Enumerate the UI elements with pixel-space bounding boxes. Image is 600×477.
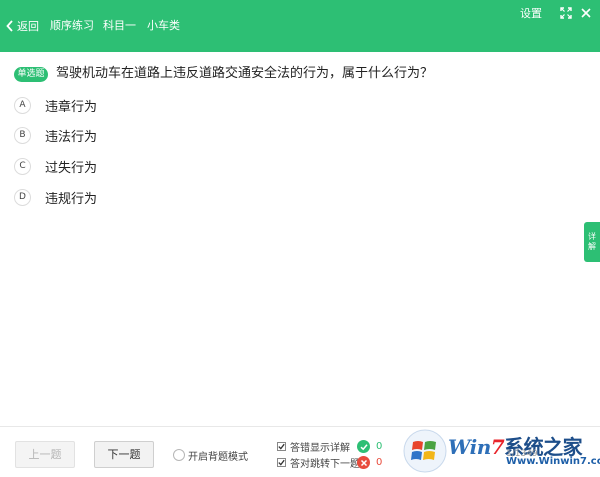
window-controls: 设置 — [520, 5, 592, 21]
show-detail-on-wrong-checkbox[interactable]: 答错显示详解 — [277, 440, 350, 454]
back-button[interactable]: 返回 — [6, 18, 39, 34]
recite-mode-toggle[interactable]: 开启背题模式 — [173, 448, 248, 463]
option-letter: D — [14, 188, 31, 206]
right-count: 0 — [376, 441, 383, 452]
right-count-stat: 0 — [357, 440, 382, 453]
show-detail-label: 答错显示详解 — [290, 442, 350, 454]
option-letter: B — [14, 126, 31, 144]
detail-tab-char-1: 详 — [588, 232, 596, 241]
detail-side-tab[interactable]: 详 解 — [584, 222, 600, 262]
crumb-sequential-practice[interactable]: 顺序练习 — [50, 18, 94, 34]
detail-tab-char-2: 解 — [588, 242, 596, 251]
option-text: 违章行为 — [45, 99, 98, 115]
question-text: 驾驶机动车在道路上违反道路交通安全法的行为，属于什么行为？ — [56, 66, 434, 81]
crumb-subject-one[interactable]: 科目一 — [103, 18, 136, 34]
option-c[interactable]: C 过失行为 — [14, 157, 98, 176]
wrong-count-stat: 0 — [357, 456, 382, 469]
option-letter: C — [14, 157, 31, 175]
checkbox-checked-icon — [277, 457, 286, 467]
prev-question-button[interactable]: 上一题 — [15, 441, 75, 468]
watermark-url: Www.Winwin7.com — [506, 456, 600, 467]
checkbox-checked-icon — [277, 441, 286, 451]
option-d[interactable]: D 违规行为 — [14, 188, 98, 207]
recite-mode-label: 开启背题模式 — [188, 451, 248, 463]
option-text: 过失行为 — [45, 160, 98, 176]
option-text: 违法行为 — [45, 129, 98, 145]
header-bar: 返回 顺序练习 科目一 小车类 设置 — [0, 0, 600, 52]
windows-logo-icon — [403, 429, 447, 473]
radio-icon — [173, 449, 185, 461]
cross-circle-icon — [357, 456, 370, 469]
option-a[interactable]: A 违章行为 — [14, 96, 98, 115]
auto-next-label: 答对跳转下一题 — [290, 458, 360, 470]
next-question-button[interactable]: 下一题 — [94, 441, 154, 468]
settings-button[interactable]: 设置 — [520, 5, 542, 21]
question-type-badge: 单选题 — [14, 67, 48, 82]
close-icon[interactable] — [580, 7, 592, 19]
option-text: 违规行为 — [45, 191, 98, 207]
option-letter: A — [14, 96, 31, 114]
crumb-car-type[interactable]: 小车类 — [147, 18, 180, 34]
option-b[interactable]: B 违法行为 — [14, 126, 98, 145]
chevron-left-icon — [6, 20, 13, 32]
auto-next-on-right-checkbox[interactable]: 答对跳转下一题 — [277, 456, 360, 470]
back-label: 返回 — [17, 20, 39, 33]
fullscreen-icon[interactable] — [560, 7, 572, 19]
wrong-count: 0 — [376, 457, 383, 468]
check-circle-icon — [357, 440, 370, 453]
